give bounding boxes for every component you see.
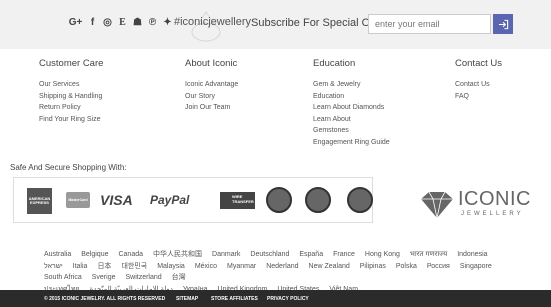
country-link[interactable]: España xyxy=(299,251,323,258)
brand-subtitle: JEWELLERY xyxy=(461,211,524,217)
footer-link[interactable]: Our Story xyxy=(185,91,238,103)
country-link[interactable]: Россия xyxy=(427,263,450,270)
visa-logo: VISA xyxy=(100,192,133,208)
country-link[interactable]: France xyxy=(333,251,355,258)
etsy-icon[interactable]: E xyxy=(117,17,128,29)
subscribe-button[interactable] xyxy=(493,14,513,34)
privacy-policy-link[interactable]: PRIVACY POLICY xyxy=(267,296,309,302)
footer-column-contact: Contact Us Contact Us FAQ xyxy=(455,58,502,102)
footer-link[interactable]: FAQ xyxy=(455,91,502,103)
country-link[interactable]: 대한민국 xyxy=(121,263,147,270)
footer-link[interactable]: Return Policy xyxy=(39,102,103,114)
snapchat-icon[interactable]: ☗ xyxy=(132,17,143,29)
country-link[interactable]: Pilipinas xyxy=(360,263,386,270)
bottom-bar: © 2015 ICONIC JEWELRY. ALL RIGHTS RESERV… xyxy=(0,290,551,307)
country-link[interactable]: Hong Kong xyxy=(365,251,400,258)
footer-link[interactable]: Contact Us xyxy=(455,79,502,91)
footer-link[interactable]: Gemstones xyxy=(313,125,390,137)
email-input[interactable] xyxy=(368,14,491,34)
footer-link[interactable]: Learn About xyxy=(313,114,390,126)
sign-in-arrow-icon xyxy=(498,19,508,29)
footer-link[interactable]: Find Your Ring Size xyxy=(39,114,103,126)
country-link[interactable]: Belgique xyxy=(81,251,108,258)
country-link[interactable]: 中华人民共和国 xyxy=(153,251,202,258)
social-links: G+ f ◎ E ☗ ℗ ✦ xyxy=(68,17,173,29)
trust-seal-icon xyxy=(305,187,331,213)
store-affiliates-link[interactable]: STORE AFFILIATES xyxy=(211,296,258,302)
verified-seal-icon xyxy=(347,187,373,213)
column-title: Customer Care xyxy=(39,58,104,69)
twitter-icon[interactable]: ✦ xyxy=(162,17,173,29)
country-selector: Australia Belgique Canada 中华人民共和国 Danmark Deu… xyxy=(44,249,514,295)
country-link[interactable]: Canada xyxy=(118,251,143,258)
mastercard-logo: MasterCard xyxy=(66,192,90,208)
pinterest-icon[interactable]: ℗ xyxy=(147,17,158,29)
instagram-icon[interactable]: ◎ xyxy=(102,17,113,29)
top-bar: G+ f ◎ E ☗ ℗ ✦ #iconicjewellery Subscrib… xyxy=(0,0,551,49)
country-link[interactable]: 台灣 xyxy=(172,274,186,281)
payment-methods-box: AMERICAN EXPRESS MasterCard VISA PayPal … xyxy=(13,177,373,223)
footer-link[interactable]: Gem & Jewelry xyxy=(313,79,390,91)
country-link[interactable]: Nederland xyxy=(266,263,298,270)
paypal-logo: PayPal xyxy=(150,193,190,207)
security-seal-icon xyxy=(266,187,292,213)
country-link[interactable]: ישראל xyxy=(44,263,63,270)
footer-link[interactable]: Engagement Ring Guide xyxy=(313,137,390,149)
sitemap-link[interactable]: SITEMAP xyxy=(176,296,198,302)
country-link[interactable]: Deutschland xyxy=(250,251,289,258)
country-link[interactable]: Sverige xyxy=(92,274,116,281)
column-title: Education xyxy=(313,58,356,69)
footer-link[interactable]: Shipping & Handling xyxy=(39,91,103,103)
footer-link[interactable]: Education xyxy=(313,91,390,103)
footer-column-customer-care: Customer Care Our Services Shipping & Ha… xyxy=(39,58,103,125)
brand-name: ICONIC xyxy=(458,188,531,210)
country-link[interactable]: Danmark xyxy=(212,251,240,258)
hashtag-link[interactable]: #iconicjewellery xyxy=(174,16,251,28)
footer-column-education: Education Gem & Jewelry Education Learn … xyxy=(313,58,390,149)
footer-link[interactable]: Learn About Diamonds xyxy=(313,102,390,114)
country-link[interactable]: New Zealand xyxy=(309,263,350,270)
country-link[interactable]: Italia xyxy=(73,263,88,270)
country-link[interactable]: Australia xyxy=(44,251,71,258)
country-link[interactable]: भारत गणराज्य xyxy=(410,251,447,258)
footer-column-about: About Iconic Iconic Advantage Our Story … xyxy=(185,58,238,114)
amex-logo: AMERICAN EXPRESS xyxy=(27,188,52,214)
country-link[interactable]: 日本 xyxy=(97,263,111,270)
country-link[interactable]: Malaysia xyxy=(157,263,185,270)
column-title: Contact Us xyxy=(455,58,502,69)
facebook-icon[interactable]: f xyxy=(87,17,98,29)
secure-shopping-heading: Safe And Secure Shopping With: xyxy=(10,163,127,172)
footer-link[interactable]: Join Our Team xyxy=(185,102,238,114)
country-link[interactable]: México xyxy=(195,263,217,270)
country-link[interactable]: Switzerland xyxy=(125,274,161,281)
footer-link[interactable]: Iconic Advantage xyxy=(185,79,238,91)
footer-link[interactable]: Our Services xyxy=(39,79,103,91)
country-link[interactable]: Myanmar xyxy=(227,263,256,270)
country-link[interactable]: Indonesia xyxy=(457,251,487,258)
copyright-text: © 2015 ICONIC JEWELRY. ALL RIGHTS RESERV… xyxy=(44,296,166,302)
wire-transfer-logo: WIRE TRANSFER xyxy=(220,192,255,209)
google-plus-icon[interactable]: G+ xyxy=(68,17,83,29)
country-link[interactable]: Polska xyxy=(396,263,417,270)
country-link[interactable]: South Africa xyxy=(44,274,82,281)
column-title: About Iconic xyxy=(185,58,238,69)
country-link[interactable]: Singapore xyxy=(460,263,492,270)
